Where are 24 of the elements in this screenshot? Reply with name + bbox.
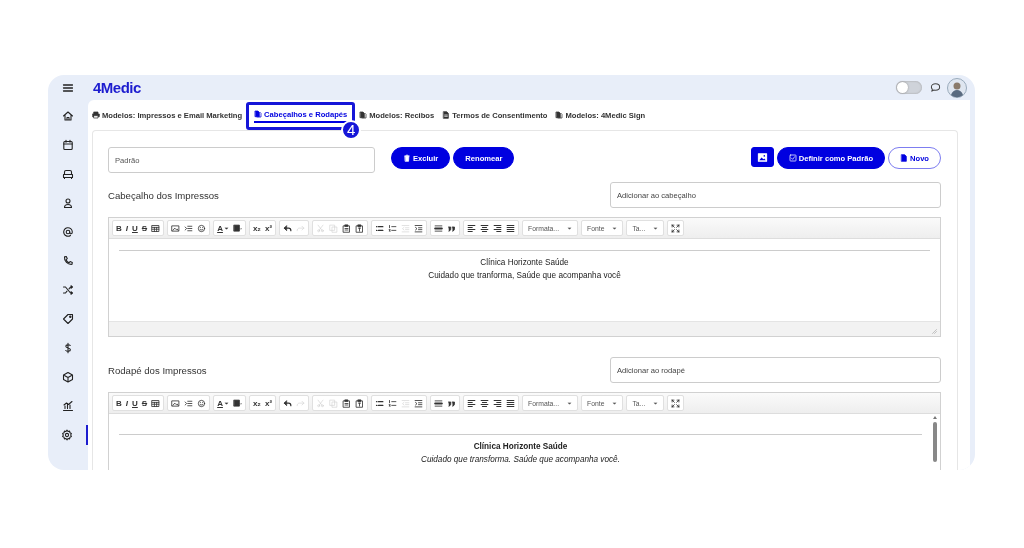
underline-button[interactable]: U xyxy=(130,221,140,235)
section-title: Rodapé dos Impressos xyxy=(108,364,207,376)
editor-area[interactable]: Clínica Horizonte Saúde Cuidado que tranforma, Saúde que acompanha você xyxy=(109,239,940,321)
text-color-button[interactable]: A xyxy=(215,221,231,235)
bold-button[interactable]: B xyxy=(114,221,124,235)
underline-button[interactable]: U xyxy=(130,396,140,410)
strike-button[interactable]: S xyxy=(139,221,150,235)
strike-button[interactable]: S xyxy=(139,396,150,410)
editor-text: Clínica Horizonte Saúde xyxy=(472,441,569,453)
text-color-button[interactable]: A xyxy=(215,396,231,410)
step-number: 4 xyxy=(341,119,362,140)
italic-button[interactable]: I xyxy=(123,396,130,410)
subscript-button[interactable]: x₂ xyxy=(250,396,263,410)
bold-button[interactable]: B xyxy=(114,396,124,410)
superscript-button[interactable]: x² xyxy=(262,396,275,410)
editor-text: Clínica Horizonte Saúde xyxy=(479,257,570,269)
section-title: Cabeçalho dos Impressos xyxy=(108,189,219,201)
superscript-button[interactable]: x² xyxy=(262,221,275,235)
logo: 4Medic xyxy=(93,79,141,96)
editor-area[interactable]: Clínica Horizonte Saúde Cuidado que transforma. Saúde que acompanha você. xyxy=(109,414,940,470)
italic-button[interactable]: I xyxy=(123,221,130,235)
editor-text: Cuidado que tranforma, Saúde que acompanha você xyxy=(427,270,622,282)
subscript-button[interactable]: x₂ xyxy=(250,221,263,235)
editor-text: Cuidado que transforma. Saúde que acompanha você. xyxy=(420,454,621,466)
